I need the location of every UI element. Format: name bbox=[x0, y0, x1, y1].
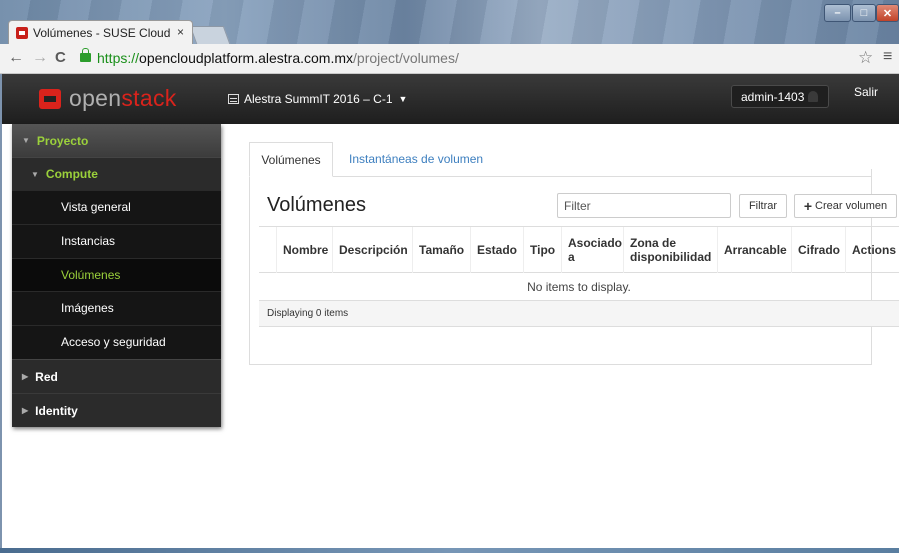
project-selector[interactable]: Alestra SummIT 2016 – C-1 ▼ bbox=[228, 92, 407, 106]
sidebar-section-proyecto[interactable]: ▼ Proyecto bbox=[12, 124, 221, 157]
sidebar-section-identity[interactable]: ▶ Identity bbox=[12, 393, 221, 427]
tab-divider bbox=[333, 176, 872, 177]
sidebar-item-imagenes[interactable]: Imágenes bbox=[12, 291, 221, 324]
tab-instantaneas[interactable]: Instantáneas de volumen bbox=[349, 152, 483, 166]
top-header: openstack Alestra SummIT 2016 – C-1 ▼ ad… bbox=[2, 74, 899, 124]
forward-arrow-icon[interactable]: → bbox=[32, 50, 48, 66]
new-tab-button[interactable] bbox=[189, 26, 231, 44]
collapsed-triangle-icon: ▶ bbox=[22, 406, 29, 415]
column-estado[interactable]: Estado bbox=[470, 227, 523, 273]
expanded-triangle-icon: ▼ bbox=[31, 169, 39, 179]
sidebar: ▼ Proyecto ▼ Compute Vista general Insta… bbox=[12, 124, 221, 427]
maximize-icon[interactable]: □ bbox=[852, 4, 876, 22]
user-icon bbox=[808, 91, 819, 102]
minimize-icon[interactable]: – bbox=[824, 4, 851, 22]
back-arrow-icon[interactable]: ← bbox=[8, 50, 24, 66]
openstack-logo[interactable]: openstack bbox=[69, 85, 177, 112]
column-tamano[interactable]: Tamaño bbox=[412, 227, 470, 273]
plus-icon: + bbox=[803, 197, 813, 214]
empty-message: No items to display. bbox=[259, 273, 899, 301]
logout-link[interactable]: Salir bbox=[854, 85, 878, 99]
browser-tab-title: Volúmenes - SUSE Cloud bbox=[33, 25, 171, 40]
column-arrancable[interactable]: Arrancable bbox=[717, 227, 791, 273]
volumes-table: Nombre Descripción Tamaño Estado Tipo As… bbox=[259, 226, 899, 327]
select-all-column[interactable] bbox=[259, 227, 276, 273]
sidebar-item-vista-general[interactable]: Vista general bbox=[12, 190, 221, 223]
hamburger-menu-icon[interactable]: ≡ bbox=[883, 48, 892, 66]
filter-button[interactable]: Filtrar bbox=[739, 194, 787, 218]
window-left-edge bbox=[0, 74, 2, 553]
project-list-icon bbox=[228, 94, 239, 104]
tab-volumenes[interactable]: Volúmenes bbox=[249, 142, 333, 177]
filter-input[interactable]: Filter bbox=[557, 193, 731, 218]
openstack-logo-icon bbox=[39, 89, 61, 109]
lock-icon bbox=[80, 48, 91, 62]
column-descripcion[interactable]: Descripción bbox=[332, 227, 412, 273]
user-menu[interactable]: admin-1403 bbox=[731, 85, 829, 108]
sidebar-item-volumenes[interactable]: Volúmenes bbox=[12, 258, 221, 291]
table-footer: Displaying 0 items bbox=[259, 301, 899, 327]
sidebar-section-red[interactable]: ▶ Red bbox=[12, 359, 221, 393]
bookmark-star-icon[interactable]: ☆ bbox=[858, 48, 873, 68]
url-field[interactable]: https://opencloudplatform.alestra.com.mx… bbox=[97, 50, 459, 66]
sidebar-item-acceso-y-seguridad[interactable]: Acceso y seguridad bbox=[12, 325, 221, 358]
window-bottom-edge bbox=[0, 548, 899, 553]
browser-tab[interactable]: Volúmenes - SUSE Cloud × bbox=[8, 20, 193, 44]
column-actions: Actions bbox=[845, 227, 899, 273]
column-tipo[interactable]: Tipo bbox=[523, 227, 561, 273]
column-asociado[interactable]: Asociado a bbox=[561, 227, 623, 273]
user-name: admin-1403 bbox=[741, 89, 805, 104]
create-volume-button[interactable]: + Crear volumen bbox=[794, 194, 897, 218]
column-cifrado[interactable]: Cifrado bbox=[791, 227, 845, 273]
table-header: Nombre Descripción Tamaño Estado Tipo As… bbox=[259, 227, 899, 273]
expanded-triangle-icon: ▼ bbox=[22, 136, 30, 145]
collapsed-triangle-icon: ▶ bbox=[22, 372, 29, 381]
column-zona[interactable]: Zona de disponibilidad bbox=[623, 227, 717, 273]
project-selector-label: Alestra SummIT 2016 – C-1 bbox=[244, 92, 393, 106]
sidebar-section-compute[interactable]: ▼ Compute bbox=[12, 157, 221, 190]
close-tab-icon[interactable]: × bbox=[177, 25, 184, 39]
address-bar: ← → C https://opencloudplatform.alestra.… bbox=[0, 44, 899, 74]
column-nombre[interactable]: Nombre bbox=[276, 227, 332, 273]
caret-down-icon: ▼ bbox=[398, 94, 408, 104]
sidebar-item-instancias[interactable]: Instancias bbox=[12, 224, 221, 257]
window-close-icon[interactable]: ✕ bbox=[876, 4, 899, 22]
page-title: Volúmenes bbox=[267, 194, 366, 216]
openstack-favicon-icon bbox=[16, 27, 28, 39]
reload-icon[interactable]: C bbox=[55, 50, 66, 66]
